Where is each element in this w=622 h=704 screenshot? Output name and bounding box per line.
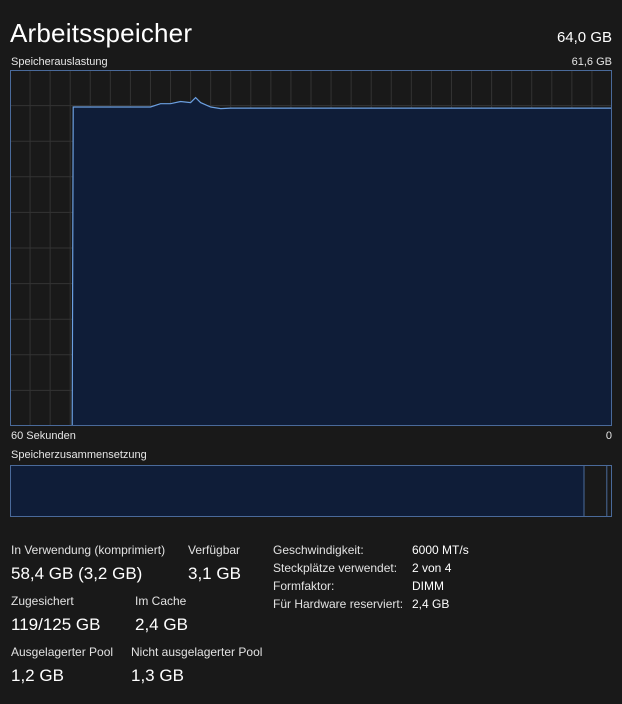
available-value: 3,1 GB [188, 564, 241, 583]
nonpaged-pool-value: 1,3 GB [131, 666, 184, 685]
graph-x-right-label: 0 [605, 430, 612, 442]
memory-composition-bar [10, 465, 612, 517]
graph-x-left-label: 60 Sekunden [11, 430, 76, 442]
available-label: Verfügbar [188, 543, 241, 557]
cached-label: Im Cache [135, 594, 187, 608]
page-title: Arbeitsspeicher [10, 18, 193, 48]
paged-pool-label: Ausgelagerter Pool [11, 645, 114, 659]
composition-label: Speicherzusammensetzung [11, 449, 147, 461]
speed-value: 6000 MT/s [412, 543, 469, 557]
form-factor-value: DIMM [412, 579, 444, 593]
committed-label: Zugesichert [11, 594, 74, 608]
speed-label: Geschwindigkeit: [273, 543, 364, 557]
total-memory: 64,0 GB [556, 29, 612, 46]
slots-label: Steckplätze verwendet: [273, 561, 398, 575]
reserved-label: Für Hardware reserviert: [273, 597, 404, 611]
slots-value: 2 von 4 [412, 561, 452, 575]
nonpaged-pool-label: Nicht ausgelagerter Pool [131, 645, 263, 659]
reserved-value: 2,4 GB [412, 597, 450, 611]
memory-usage-graph [10, 70, 612, 426]
graph-max-label: 61,6 GB [571, 56, 612, 68]
in-use-value: 58,4 GB (3,2 GB) [11, 564, 143, 583]
paged-pool-value: 1,2 GB [11, 666, 64, 685]
cached-value: 2,4 GB [135, 615, 188, 634]
form-factor-label: Formfaktor: [273, 579, 335, 593]
in-use-label: In Verwendung (komprimiert) [11, 543, 166, 557]
composition-in-use [11, 466, 584, 516]
usage-area-fill [10, 97, 612, 426]
committed-value: 119/125 GB [11, 615, 101, 634]
graph-label: Speicherauslastung [11, 56, 108, 68]
